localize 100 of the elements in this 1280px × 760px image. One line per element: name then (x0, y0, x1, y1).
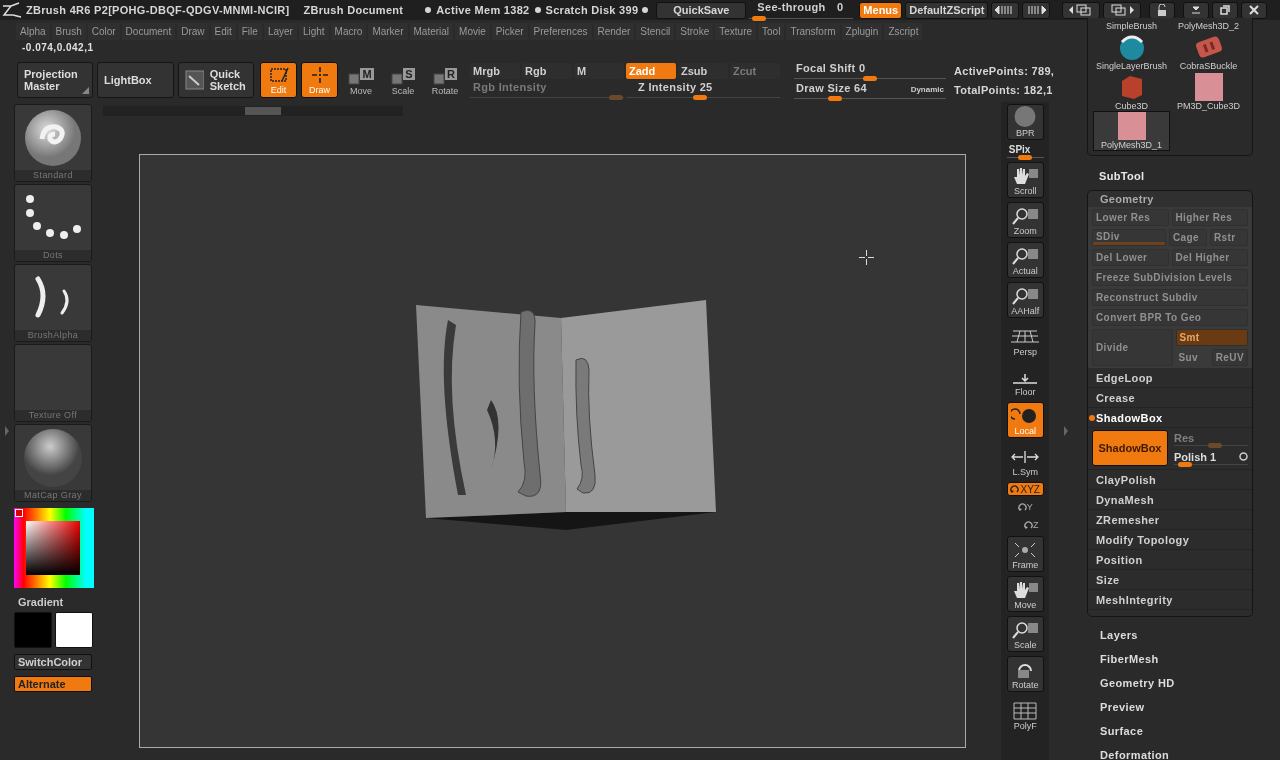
section-header[interactable]: ShadowBox (1088, 408, 1252, 428)
color-picker[interactable] (13, 508, 94, 588)
menu-item[interactable]: Marker (368, 22, 408, 40)
slider-thumb[interactable] (828, 95, 843, 101)
menu-item[interactable]: Layer (263, 22, 297, 40)
tool-section-header[interactable]: FiberMesh (1087, 647, 1280, 671)
section-header[interactable]: Size (1088, 570, 1252, 590)
subtool-header[interactable]: SubTool (1087, 156, 1280, 190)
quick-sketch-button[interactable]: Quick Sketch (178, 62, 254, 98)
see-through-slider[interactable]: See-through 0 (749, 1, 854, 19)
menu-item[interactable]: Draw (177, 22, 209, 40)
scroll-right-button[interactable] (1022, 1, 1051, 19)
slider-thumb[interactable] (863, 75, 877, 81)
lock-button[interactable] (1149, 1, 1176, 19)
menu-item[interactable]: Preferences (529, 22, 592, 40)
section-header[interactable]: Modify Topology (1088, 530, 1252, 550)
view-button[interactable]: BPR (1006, 104, 1044, 140)
section-header[interactable]: Crease (1088, 388, 1252, 408)
tool-section-header[interactable]: Deformation (1087, 743, 1280, 760)
tool-thumbnail[interactable]: PM3D_Cube3D (1170, 71, 1247, 111)
menu-item[interactable]: Render (593, 22, 635, 40)
tool-thumbnail[interactable]: SingleLayerBrush (1093, 31, 1170, 71)
menu-item[interactable]: Light (298, 22, 329, 40)
view-button[interactable]: Frame (1006, 536, 1044, 572)
tool-thumbnail[interactable]: Cube3D (1093, 71, 1170, 111)
menu-item[interactable]: Stroke (676, 22, 714, 40)
axis-toggle[interactable]: Z (1023, 518, 1039, 532)
slider-thumb[interactable] (752, 16, 767, 21)
menu-item[interactable]: Edit (210, 22, 236, 40)
tool-thumbnail[interactable]: PolyMesh3D_1 (1093, 111, 1170, 151)
section-header[interactable]: DynaMesh (1088, 490, 1252, 510)
dynamic-toggle[interactable]: Dynamic (910, 84, 944, 94)
menu-item[interactable]: Texture (715, 22, 757, 40)
menu-item[interactable]: Picker (491, 22, 528, 40)
draw-size-slider[interactable]: Draw Size 64 Dynamic (794, 81, 946, 99)
document-canvas[interactable] (138, 154, 966, 748)
geometry-header[interactable]: Geometry (1088, 191, 1252, 207)
menu-item[interactable]: Zscript (884, 22, 923, 40)
tool-section-header[interactable]: Layers (1087, 623, 1280, 647)
zscript-button[interactable]: DefaultZScript (905, 1, 989, 19)
tool-thumbnail[interactable]: SimpleBrush (1093, 18, 1170, 31)
tool-section-header[interactable]: Surface (1087, 719, 1280, 743)
collapse-arrow-icon[interactable] (3, 424, 10, 438)
view-button[interactable]: Move (1006, 576, 1044, 612)
view-button[interactable]: Zoom (1006, 202, 1044, 238)
view-button[interactable]: PolyF (1006, 696, 1044, 732)
scrollbar[interactable] (102, 106, 403, 116)
minimize-button[interactable] (1183, 1, 1210, 19)
axis-toggle[interactable]: Y (1017, 500, 1033, 514)
menu-item[interactable]: Brush (51, 22, 86, 40)
section-header[interactable]: MeshIntegrity (1088, 590, 1252, 610)
color-swatch[interactable] (13, 612, 52, 648)
polish-slider[interactable]: Polish 1 (1174, 449, 1248, 465)
menu-item[interactable]: File (237, 22, 262, 40)
view-button[interactable]: Actual (1006, 242, 1044, 278)
switch-color-button[interactable]: SwitchColor (13, 654, 92, 670)
menu-item[interactable]: Document (121, 22, 176, 40)
menu-item[interactable]: Movie (455, 22, 490, 40)
view-button[interactable]: AAHalf (1006, 282, 1044, 318)
tool-thumbnail[interactable]: CobraSBuckle (1170, 31, 1247, 71)
section-header[interactable]: ClayPolish (1088, 470, 1252, 490)
tool-thumbnail[interactable]: PolyMesh3D_2 (1170, 18, 1247, 31)
channel-toggle[interactable]: M (574, 62, 624, 79)
quicksave-button[interactable]: QuickSave (656, 1, 747, 19)
shadowbox-button[interactable]: ShadowBox (1092, 430, 1168, 466)
restore-button[interactable] (1212, 1, 1239, 19)
tool-section-header[interactable]: Geometry HD (1087, 671, 1280, 695)
channel-toggle[interactable]: Mrgb (470, 62, 520, 79)
view-button[interactable]: Scale (1006, 616, 1044, 652)
close-button[interactable] (1241, 1, 1268, 19)
alternate-button[interactable]: Alternate (13, 676, 92, 692)
section-header[interactable]: EdgeLoop (1088, 368, 1252, 388)
menu-item[interactable]: Alpha (16, 22, 50, 40)
view-button[interactable]: Scroll (1006, 162, 1044, 198)
section-header[interactable]: Position (1088, 550, 1252, 570)
xyz-toggle[interactable]: XYZ (1006, 482, 1044, 496)
menu-item[interactable]: Zplugin (841, 22, 883, 40)
channel-toggle[interactable]: Zsub (678, 62, 728, 79)
slider-thumb[interactable] (692, 94, 707, 100)
section-header[interactable]: ZRemesher (1088, 510, 1252, 530)
slider-thumb[interactable] (1018, 155, 1033, 160)
next-window-button[interactable] (1103, 1, 1142, 19)
slider-thumb[interactable] (1177, 462, 1192, 467)
color-swatch[interactable] (54, 612, 93, 648)
projection-master-button[interactable]: Projection Master (17, 62, 93, 98)
view-button[interactable]: Rotate (1006, 656, 1044, 692)
scroll-left-button[interactable] (991, 1, 1020, 19)
menu-item[interactable]: Stencil (636, 22, 675, 40)
menu-item[interactable]: Material (409, 22, 454, 40)
menu-item[interactable]: Macro (330, 22, 367, 40)
slider[interactable]: Focal Shift 0 (794, 61, 946, 79)
menu-item[interactable]: Tool (758, 22, 785, 40)
view-button[interactable]: Persp (1006, 322, 1044, 358)
z-intensity-slider[interactable]: Z Intensity 25 (626, 80, 780, 98)
menu-item[interactable]: Transform (786, 22, 840, 40)
mode-button[interactable]: R Rotate (426, 62, 464, 98)
menu-item[interactable]: Color (87, 22, 120, 40)
spix-slider[interactable]: SPix (1006, 144, 1044, 158)
collapse-arrow-icon[interactable] (1062, 424, 1069, 438)
view-button[interactable]: Floor (1006, 362, 1044, 398)
